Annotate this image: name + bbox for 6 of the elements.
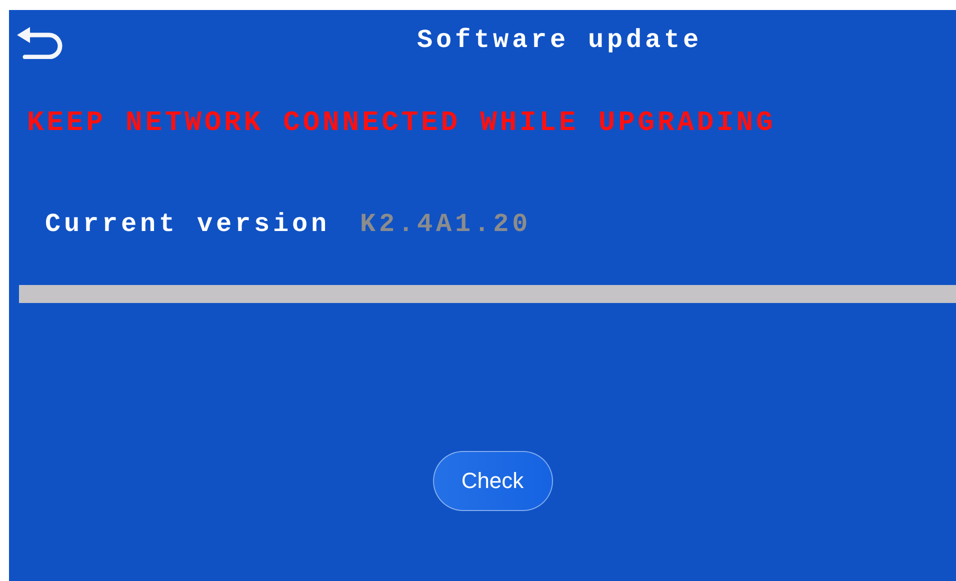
- version-value: K2.4A1.20: [360, 209, 532, 239]
- back-arrow-icon[interactable]: [15, 25, 63, 59]
- screen-title: Software update: [417, 25, 702, 55]
- version-label: Current version: [45, 209, 330, 239]
- check-button[interactable]: Check: [432, 451, 552, 511]
- warning-message: KEEP NETWORK CONNECTED WHILE UPGRADING: [27, 108, 777, 139]
